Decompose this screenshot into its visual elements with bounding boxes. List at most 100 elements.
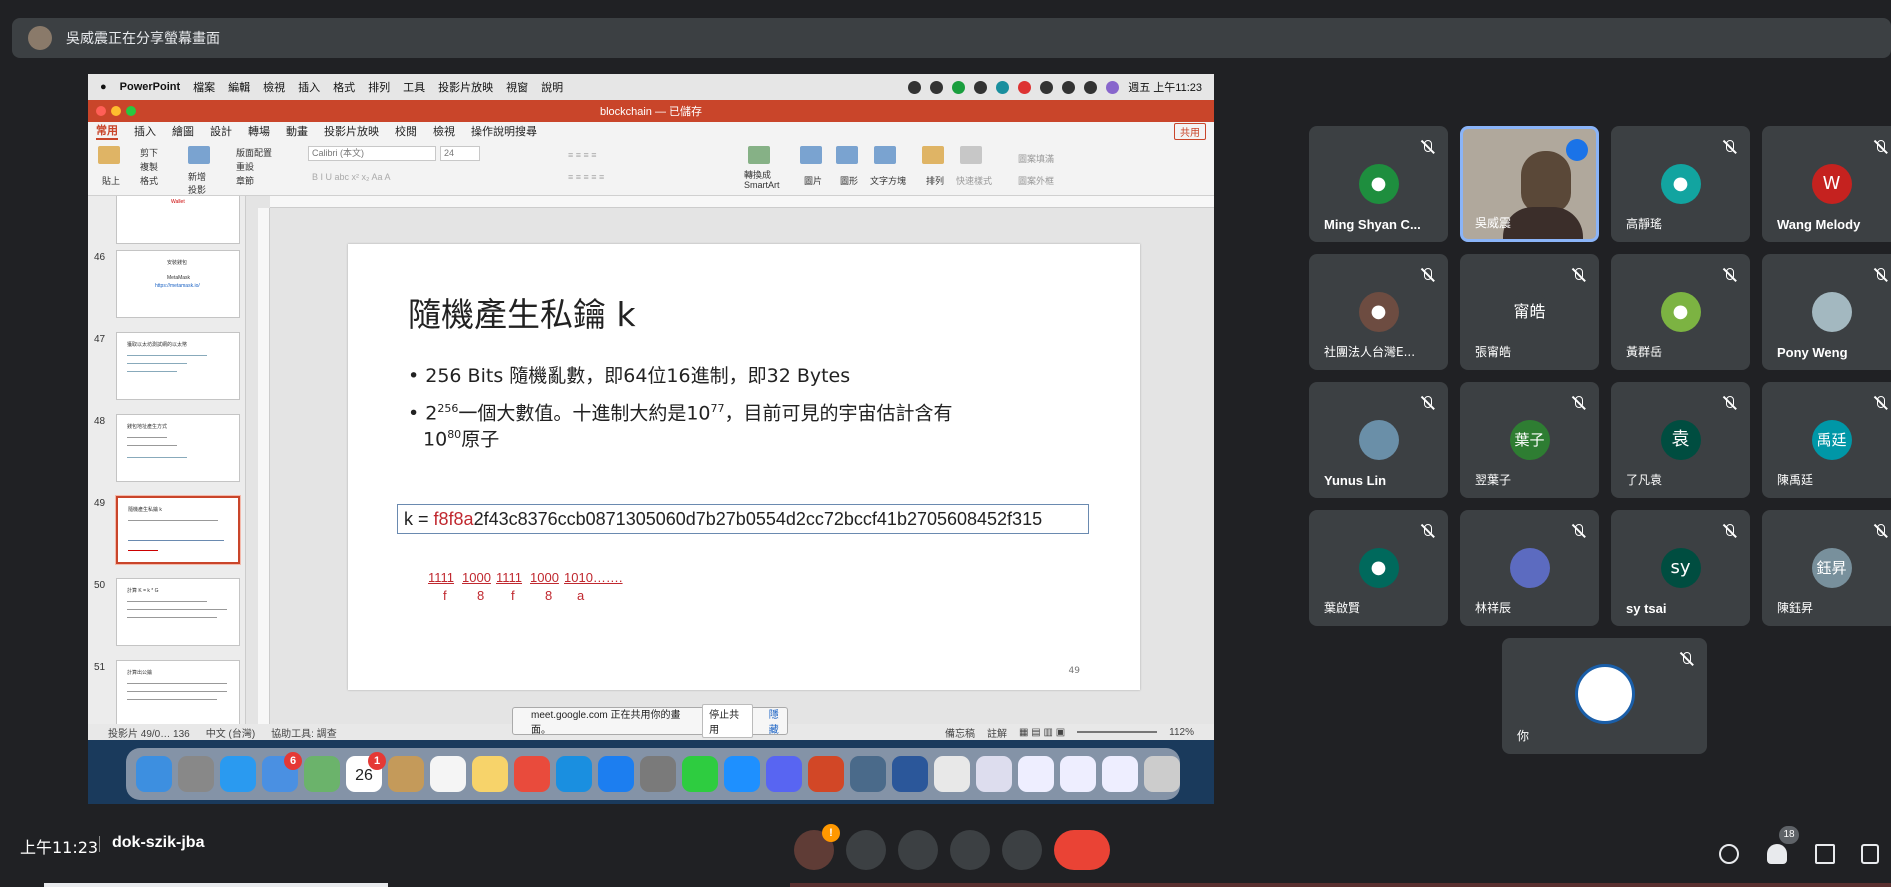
safari-icon[interactable]: [220, 756, 256, 792]
tab-draw[interactable]: 繪圖: [172, 123, 194, 139]
new-slide-icon[interactable]: [188, 146, 210, 164]
participant-tile[interactable]: Yunus Lin: [1309, 382, 1448, 498]
section-button[interactable]: 章節: [236, 174, 254, 187]
participant-tile-active-speaker[interactable]: 吳威震: [1460, 126, 1599, 242]
app-store-icon[interactable]: [598, 756, 634, 792]
tab-animations[interactable]: 動畫: [286, 123, 308, 139]
paragraph-controls[interactable]: ≡ ≡ ≡ ≡: [568, 150, 597, 160]
menu-view[interactable]: 檢視: [263, 79, 285, 95]
window-preview-icon[interactable]: [1102, 756, 1138, 792]
notes-icon[interactable]: [472, 756, 508, 792]
skype-icon[interactable]: [724, 756, 760, 792]
stop-sharing-button[interactable]: 停止共用: [702, 704, 753, 738]
share-button[interactable]: 共用: [1174, 122, 1206, 140]
leave-call-button[interactable]: [1054, 830, 1110, 870]
zoom-level[interactable]: 112%: [1169, 727, 1194, 738]
slide-bullet-1[interactable]: • 256 Bits 隨機亂數，即64位16進制，即32 Bytes: [408, 364, 850, 389]
tell-me-search[interactable]: 操作說明搜尋: [471, 123, 537, 139]
more-options-button[interactable]: [1002, 830, 1042, 870]
accessibility-status[interactable]: 協助工具: 調查: [271, 725, 337, 740]
picture-icon[interactable]: [800, 146, 822, 164]
view-buttons[interactable]: ▦ ▤ ▥ ▣: [1019, 727, 1065, 738]
calendar-icon[interactable]: 26 1: [346, 752, 386, 792]
participant-tile[interactable]: 鈺昇 陳鈺昇: [1762, 510, 1891, 626]
layout-button[interactable]: 版面配置: [236, 146, 272, 159]
zoom-slider[interactable]: [1077, 731, 1158, 733]
menubar-clock[interactable]: 週五 上午11:23: [1128, 79, 1202, 95]
shape-fill-button[interactable]: 圖案填滿: [1018, 152, 1054, 165]
tab-view[interactable]: 檢視: [433, 123, 455, 139]
participant-tile[interactable]: ● 黃群岳: [1611, 254, 1750, 370]
paste-icon[interactable]: [98, 146, 120, 164]
participant-tile[interactable]: 甯皓 張甯皓: [1460, 254, 1599, 370]
participant-tile[interactable]: Pony Weng: [1762, 254, 1891, 370]
mail-icon[interactable]: 6: [262, 752, 302, 792]
powerpoint-icon[interactable]: [808, 756, 844, 792]
slide-title[interactable]: 隨機產生私鑰 k: [408, 288, 636, 336]
wifi-icon[interactable]: [1040, 80, 1054, 94]
contacts-icon[interactable]: [388, 756, 424, 792]
camera-button[interactable]: [846, 830, 886, 870]
menu-file[interactable]: 檔案: [193, 79, 215, 95]
comments-button[interactable]: 註解: [987, 725, 1007, 740]
window-preview-icon[interactable]: [1060, 756, 1096, 792]
siri-icon[interactable]: [1106, 80, 1120, 94]
menu-insert[interactable]: 插入: [298, 79, 320, 95]
shapes-icon[interactable]: [836, 146, 858, 164]
window-preview-icon[interactable]: [1018, 756, 1054, 792]
participant-tile[interactable]: sy sy tsai: [1611, 510, 1750, 626]
app-status-icon[interactable]: [1018, 80, 1032, 94]
slide-thumbnail[interactable]: Wallet: [116, 196, 240, 244]
meeting-code[interactable]: dok-szik-jba: [112, 834, 204, 852]
info-icon[interactable]: [1719, 844, 1739, 864]
format-painter-button[interactable]: 格式: [140, 174, 158, 187]
launchpad-icon[interactable]: [178, 756, 214, 792]
people-icon[interactable]: [1767, 844, 1787, 864]
slide-thumbnail[interactable]: 錢包地址產生方式: [116, 414, 240, 482]
participant-tile[interactable]: 禹廷 陳禹廷: [1762, 382, 1891, 498]
participant-tile[interactable]: ● Ming Shyan C...: [1309, 126, 1448, 242]
microphone-button[interactable]: !: [794, 824, 840, 870]
cloud-icon[interactable]: [908, 80, 922, 94]
menu-edit[interactable]: 編輯: [228, 79, 250, 95]
font-select[interactable]: Calibri (本文): [308, 146, 436, 161]
shape-outline-button[interactable]: 圖案外框: [1018, 174, 1054, 187]
tab-home[interactable]: 常用: [96, 122, 118, 140]
copy-button[interactable]: 複製: [140, 160, 158, 173]
system-settings-icon[interactable]: [640, 756, 676, 792]
tab-design[interactable]: 設計: [210, 123, 232, 139]
chrome-icon[interactable]: [514, 756, 550, 792]
cut-button[interactable]: 剪下: [140, 146, 158, 159]
present-screen-button[interactable]: [950, 830, 990, 870]
slide-thumbnails-pane[interactable]: Wallet 46 安裝錢包 MetaMask https://metamask…: [88, 196, 246, 724]
shield-icon[interactable]: [974, 80, 988, 94]
menu-slideshow[interactable]: 投影片放映: [438, 79, 493, 95]
status-icon[interactable]: [952, 80, 966, 94]
window-preview-icon[interactable]: [976, 756, 1012, 792]
hide-button[interactable]: 隱藏: [769, 706, 787, 736]
minimize-window-button[interactable]: [111, 106, 121, 116]
participant-tile[interactable]: 袁 了凡袁: [1611, 382, 1750, 498]
battery-icon[interactable]: [1062, 80, 1076, 94]
quick-styles-icon[interactable]: [960, 146, 982, 164]
search-icon[interactable]: [1084, 80, 1098, 94]
tab-insert[interactable]: 插入: [134, 123, 156, 139]
menu-help[interactable]: 說明: [541, 79, 563, 95]
preview-icon[interactable]: [850, 756, 886, 792]
alignment-controls[interactable]: ≡ ≡ ≡ ≡ ≡: [568, 172, 604, 182]
notes-button[interactable]: 備忘稿: [945, 725, 975, 740]
smartart-icon[interactable]: [748, 146, 770, 164]
menu-tools[interactable]: 工具: [403, 79, 425, 95]
arrange-icon[interactable]: [922, 146, 944, 164]
slide-thumbnail[interactable]: 安裝錢包 MetaMask https://metamask.io/: [116, 250, 240, 318]
reminders-icon[interactable]: [430, 756, 466, 792]
participant-tile[interactable]: 葉子 翌葉子: [1460, 382, 1599, 498]
private-key-textbox[interactable]: k = f8f8a2f43c8376ccb0871305060d7b27b055…: [397, 504, 1089, 534]
slide-thumbnail-selected[interactable]: 隨機產生私鑰 k: [115, 495, 241, 565]
participant-tile[interactable]: ● 社團法人台灣E...: [1309, 254, 1448, 370]
chat-icon[interactable]: [1815, 844, 1835, 864]
slide-thumbnail[interactable]: 獲取以太坊測試網的以太幣: [116, 332, 240, 400]
font-size-select[interactable]: 24: [440, 146, 480, 161]
discord-icon[interactable]: [766, 756, 802, 792]
font-format-controls[interactable]: B I U abc x² x₂ Aa A: [312, 172, 391, 182]
